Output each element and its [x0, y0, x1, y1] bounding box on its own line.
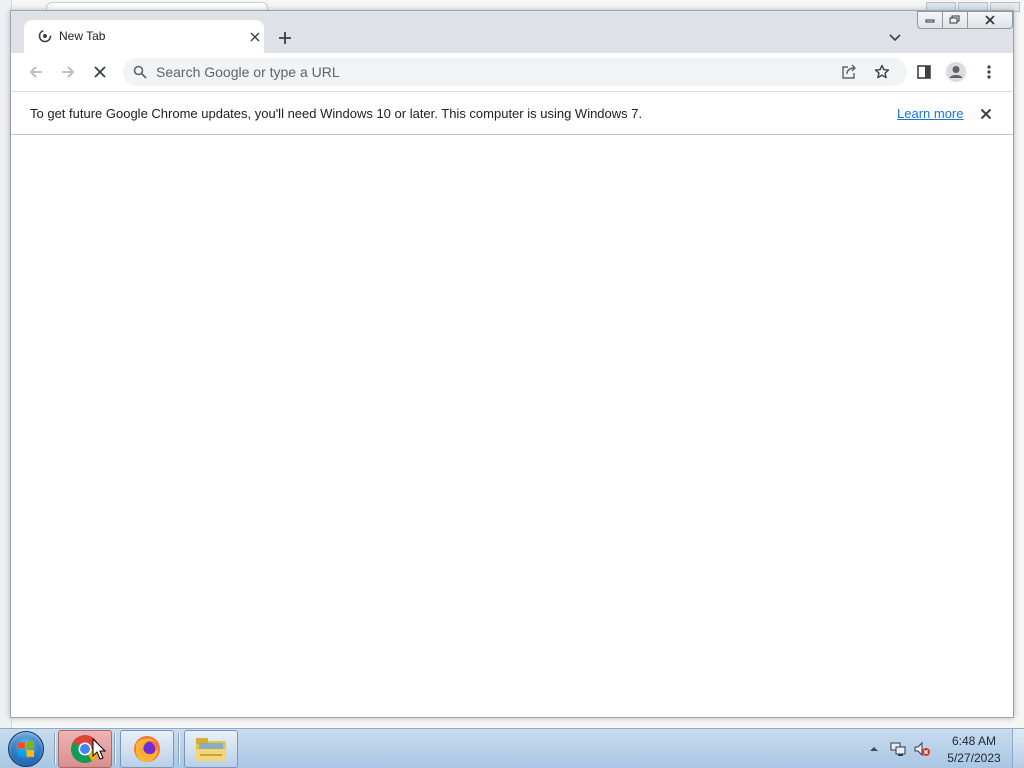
chevron-down-icon [889, 34, 901, 42]
infobar-message: To get future Google Chrome updates, you… [30, 106, 643, 121]
taskbar-chrome-button[interactable] [58, 730, 112, 768]
search-icon [133, 65, 147, 79]
arrow-right-icon [62, 66, 75, 78]
tab-strip: New Tab [11, 11, 1013, 53]
loading-throbber-icon [37, 28, 53, 44]
tab-search-button[interactable] [883, 26, 907, 50]
tab-title: New Tab [59, 29, 106, 43]
restore-icon [949, 15, 960, 24]
chrome-window: New Tab Search Google or type a URL To g… [10, 10, 1014, 718]
restore-button[interactable] [943, 11, 968, 29]
tab-close-icon[interactable] [247, 29, 263, 45]
firefox-icon [134, 736, 160, 762]
taskbar-explorer-button[interactable] [184, 730, 238, 768]
taskbar-separator [178, 733, 180, 765]
close-window-button[interactable] [968, 11, 1013, 29]
arrow-left-icon [29, 66, 42, 78]
learn-more-link[interactable]: Learn more [897, 106, 963, 121]
network-icon[interactable] [890, 741, 906, 757]
tab-new-tab[interactable]: New Tab [24, 20, 264, 53]
side-panel-button[interactable] [911, 59, 937, 85]
stop-icon [94, 66, 106, 78]
windows-logo-icon [8, 731, 44, 767]
share-icon[interactable] [841, 64, 857, 80]
bookmark-star-icon[interactable] [874, 64, 890, 80]
side-panel-icon [917, 65, 931, 79]
browser-toolbar [11, 53, 1013, 91]
window-controls [917, 11, 1013, 29]
minimize-button[interactable] [917, 11, 943, 29]
close-icon [985, 15, 995, 25]
clock-date[interactable]: 5/27/2023 [940, 751, 1008, 765]
page-content[interactable] [11, 135, 1013, 717]
stop-loading-button[interactable] [87, 59, 113, 85]
kebab-menu-icon [987, 65, 991, 79]
plus-icon [279, 32, 291, 44]
omnibox-input[interactable] [156, 62, 796, 82]
forward-button[interactable] [55, 59, 81, 85]
chrome-icon [71, 735, 99, 763]
taskbar: 6:48 AM 5/27/2023 [0, 728, 1024, 768]
omnibox[interactable] [123, 58, 907, 86]
profile-button[interactable] [943, 59, 969, 85]
folder-icon [196, 738, 226, 761]
taskbar-separator [54, 733, 56, 765]
volume-muted-icon[interactable] [914, 741, 930, 757]
taskbar-firefox-button[interactable] [120, 730, 174, 768]
clock-time[interactable]: 6:48 AM [944, 734, 1004, 748]
chrome-menu-button[interactable] [976, 59, 1002, 85]
tray-chevron-up-icon[interactable] [866, 741, 882, 757]
infobar-close-icon[interactable] [977, 105, 995, 123]
taskbar-separator [114, 733, 116, 765]
new-tab-button[interactable] [273, 26, 297, 50]
update-infobar: To get future Google Chrome updates, you… [11, 91, 1013, 135]
back-button[interactable] [23, 59, 49, 85]
start-button[interactable] [4, 730, 48, 768]
minimize-icon [925, 19, 935, 23]
show-desktop-button[interactable] [1012, 729, 1024, 768]
avatar-icon [946, 62, 966, 82]
